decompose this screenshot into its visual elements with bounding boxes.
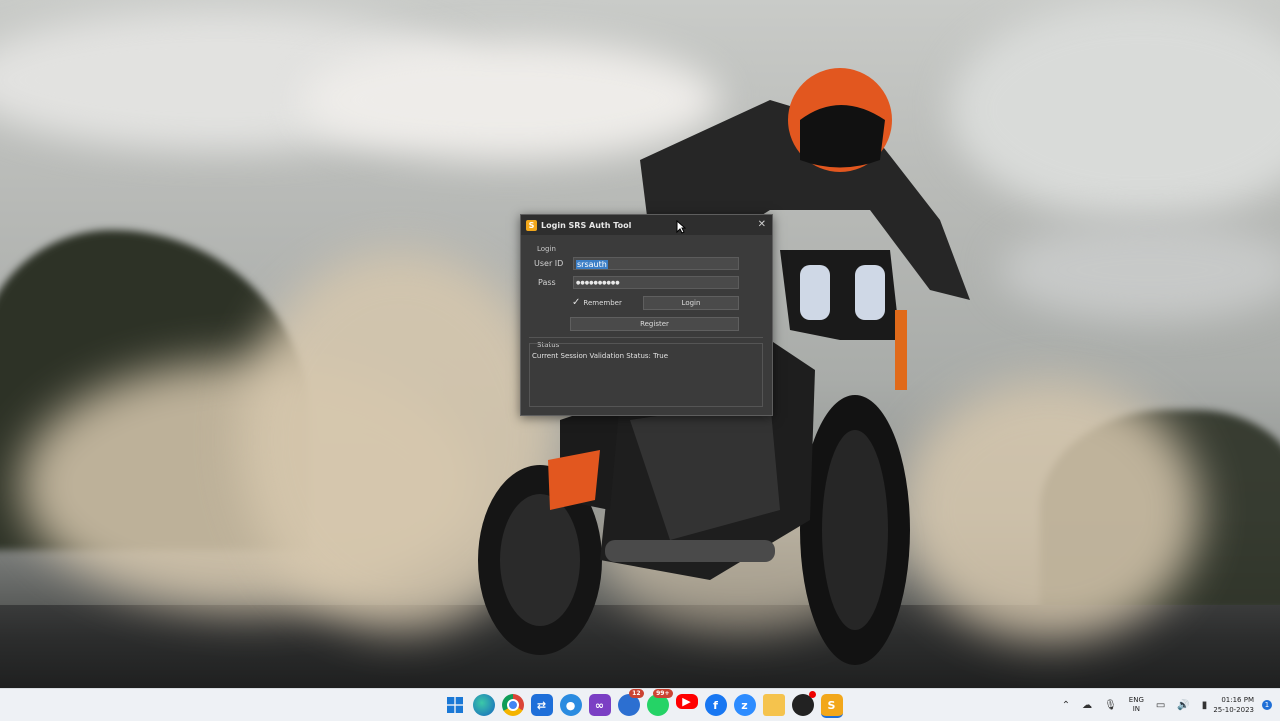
- chevron-up-icon[interactable]: ⌃: [1062, 700, 1070, 711]
- whatsapp-icon[interactable]: 99+: [646, 689, 673, 716]
- user-id-label: User ID: [534, 259, 564, 268]
- status-panel: Current Session Validation Status: True: [529, 343, 763, 407]
- youtube-icon[interactable]: ▶: [675, 694, 698, 709]
- close-button[interactable]: ✕: [758, 219, 766, 230]
- srs-app-icon: S: [526, 219, 537, 231]
- clock[interactable]: 01:16 PM 25-10-2023: [1213, 695, 1254, 715]
- srs-auth-icon[interactable]: S: [820, 694, 843, 718]
- microphone-icon[interactable]: 🎙: [1104, 700, 1117, 711]
- facebook-icon[interactable]: f: [704, 694, 727, 716]
- title-bar[interactable]: S Login SRS Auth Tool ✕: [521, 215, 772, 235]
- battery-icon[interactable]: ▮: [1202, 700, 1208, 711]
- cloud: [1000, 220, 1280, 320]
- mouse-cursor-icon: [676, 220, 686, 234]
- app-badge: 12: [629, 689, 644, 698]
- obs-icon[interactable]: [791, 691, 816, 716]
- language-indicator[interactable]: ENG IN: [1129, 696, 1144, 714]
- login-button[interactable]: Login: [643, 296, 739, 310]
- language-text: ENG: [1128, 696, 1144, 704]
- teamviewer-icon[interactable]: ⇄: [530, 694, 553, 716]
- windows-start-icon[interactable]: [444, 694, 466, 716]
- edge-icon[interactable]: [472, 694, 495, 716]
- password-value: ●●●●●●●●●●: [576, 280, 620, 286]
- onedrive-icon[interactable]: ☁: [1082, 700, 1092, 711]
- user-id-value: srsauth: [576, 260, 608, 269]
- remember-checkbox[interactable]: ✓ Remember: [572, 297, 622, 308]
- network-icon[interactable]: ▭: [1156, 700, 1165, 711]
- password-input[interactable]: ●●●●●●●●●●: [573, 276, 739, 289]
- region-text: IN: [1132, 705, 1140, 713]
- time-text: 01:16 PM: [1221, 696, 1254, 704]
- notification-badge[interactable]: 1: [1262, 700, 1272, 710]
- login-group-label: Login: [537, 245, 556, 253]
- volume-icon[interactable]: 🔊: [1177, 700, 1189, 711]
- checkmark-icon: ✓: [572, 297, 581, 308]
- browser-icon[interactable]: ●: [559, 694, 582, 716]
- app-icon[interactable]: 12: [617, 689, 644, 716]
- visual-studio-icon[interactable]: ∞: [588, 694, 611, 716]
- whatsapp-badge: 99+: [653, 689, 673, 698]
- login-window: S Login SRS Auth Tool ✕ Login User ID sr…: [520, 214, 773, 416]
- remember-label: Remember: [583, 298, 622, 307]
- taskbar-apps: ⇄ ● ∞ 12 99+ ▶ f z S: [440, 689, 846, 718]
- zoom-icon[interactable]: z: [733, 694, 756, 716]
- register-button[interactable]: Register: [570, 317, 739, 331]
- pass-label: Pass: [538, 278, 556, 287]
- user-id-input[interactable]: srsauth: [573, 257, 739, 270]
- system-tray: ⌃ ☁ 🎙 ENG IN ▭ 🔊 ▮ 01:16 PM 25-10-2023 1: [1056, 689, 1280, 721]
- date-text: 25-10-2023: [1213, 706, 1254, 714]
- separator: [529, 337, 763, 338]
- chrome-icon[interactable]: [501, 694, 524, 716]
- status-text: Current Session Validation Status: True: [532, 352, 668, 360]
- window-title: Login SRS Auth Tool: [541, 220, 632, 230]
- file-explorer-icon[interactable]: [762, 694, 785, 716]
- taskbar: ⇄ ● ∞ 12 99+ ▶ f z S ⌃ ☁ 🎙 ENG IN ▭ 🔊 ▮ …: [0, 688, 1280, 721]
